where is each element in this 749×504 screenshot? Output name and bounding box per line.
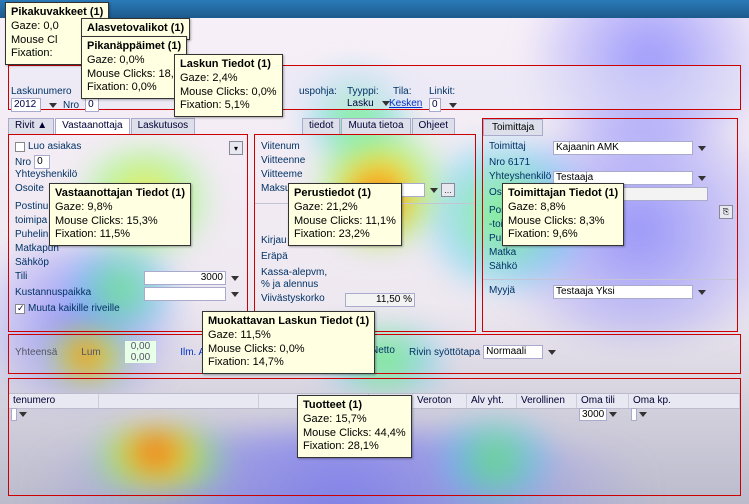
kassa-ale-label: Kassa-alepvm, <box>261 267 327 278</box>
puhelin-label: Puhelin <box>15 229 48 240</box>
viitteenne-label: Viitteenne <box>261 155 305 166</box>
total2-value: 0,00 <box>125 352 156 363</box>
tab-row: Rivit ▲ Vastaanottaja Laskutusos <box>8 118 195 134</box>
toim-nro-label: Nro 6171 <box>489 157 530 168</box>
toimittaja-input[interactable]: Kajaanin AMK <box>553 141 693 155</box>
chevron-down-icon[interactable] <box>430 188 438 193</box>
nro-field[interactable]: 0 <box>85 98 99 112</box>
muuta-kaikille-label: Muuta kaikille riveille <box>28 303 120 314</box>
nro-value[interactable]: 0 <box>34 155 50 169</box>
tab-tiedot[interactable]: tiedot <box>302 118 340 134</box>
kirjaus-label: Kirjau <box>261 235 287 246</box>
nro-label: Nro <box>63 100 79 111</box>
year-field[interactable]: 2012 <box>11 98 41 112</box>
lasknum-label: Laskunumero <box>11 86 72 97</box>
tyyppi-value: Lasku <box>347 98 374 109</box>
col-omakp: Oma kp. <box>629 394 740 408</box>
toimip-label: toimipa <box>15 215 47 226</box>
tip-laskun-tiedot: Laskun Tiedot (1) Gaze: 2,4% Mouse Click… <box>174 54 283 117</box>
totals-row: Yhteensä Lum 0,00 0,00 Ilm. Alv <box>15 341 212 363</box>
toim-matk-label: Matka <box>489 247 516 258</box>
myyja-input[interactable]: Testaaja Yksi <box>553 285 693 299</box>
erapaiva-label: Eräpä <box>261 251 288 262</box>
col-verollinen: Verollinen <box>517 394 577 408</box>
chevron-down-icon[interactable] <box>449 103 457 108</box>
tab-laskutusos[interactable]: Laskutusos <box>131 118 196 134</box>
syottotapa-input[interactable]: Normaali <box>483 345 543 359</box>
lum-label: Lum <box>81 347 100 358</box>
sahkoposti-label: Sähköp <box>15 257 49 268</box>
col-tenumero: tenumero <box>9 394 99 408</box>
col-veroton: Veroton <box>413 394 467 408</box>
tili-input[interactable]: 3000 <box>144 271 226 285</box>
copy-button[interactable]: ⎘ <box>719 205 733 219</box>
tip-perustiedot: Perustiedot (1) Gaze: 21,2% Mouse Clicks… <box>288 183 402 246</box>
tab-rivit[interactable]: Rivit ▲ <box>8 118 54 134</box>
tili-label: Tili <box>15 271 27 282</box>
toim-sahk-label: Sähkö <box>489 261 517 272</box>
maksuehto-button[interactable]: … <box>441 183 455 197</box>
luo-asiakas-label: Luo asiakas <box>28 141 81 152</box>
toimittaja-label: Toimittaj <box>489 141 526 152</box>
tab-ohjeet[interactable]: Ohjeet <box>412 118 455 134</box>
chevron-down-icon[interactable] <box>49 103 57 108</box>
tip-tuotteet: Tuotteet (1) Gaze: 15,7% Mouse Clicks: 4… <box>297 395 412 458</box>
tab-muuta[interactable]: Muuta tietoa <box>341 118 410 134</box>
tab-toimittaja[interactable]: Toimittaja <box>483 119 543 136</box>
panel-menu-button[interactable]: ▾ <box>229 141 243 155</box>
tip-vastaanottajan-tiedot: Vastaanottajan Tiedot (1) Gaze: 9,8% Mou… <box>49 183 191 246</box>
toim-yht-label: Yhteyshenkilö <box>489 171 551 182</box>
yhteyshenkilo-label: Yhteyshenkilö <box>15 169 77 180</box>
osoite-label: Osoite <box>15 183 44 194</box>
linkit-value[interactable]: 0 <box>429 98 441 112</box>
tyyppi-label: Tyyppi: <box>347 86 379 97</box>
tip-pikanappaimet: Pikanäppäimet (1) Gaze: 0,0% Mouse Click… <box>81 36 187 99</box>
chevron-down-icon[interactable] <box>548 350 556 355</box>
chevron-down-icon[interactable] <box>698 290 706 295</box>
yhteensa-label: Yhteensä <box>15 347 57 358</box>
total1-value: 0,00 <box>125 341 156 352</box>
pros-alennus-label: % ja alennus <box>261 279 318 290</box>
tila-value[interactable]: Kesken <box>389 98 422 109</box>
checkbox-luo-asiakas[interactable] <box>15 142 25 152</box>
uspohja-label: uspohja: <box>299 86 337 97</box>
kustannuspaikka-input[interactable] <box>144 287 226 301</box>
viitenumero-label: Viitenum <box>261 141 300 152</box>
tip-toimittajan-tiedot: Toimittajan Tiedot (1) Gaze: 8,8% Mouse … <box>502 183 624 246</box>
viivastyskorko-label: Viivästyskorko <box>261 293 325 304</box>
linkit-label: Linkit: <box>429 86 455 97</box>
tab-vastaanottaja[interactable]: Vastaanottaja <box>55 118 129 134</box>
viivastyskorko-input[interactable]: 11,50 % <box>345 293 415 307</box>
tila-label: Tila: <box>393 86 412 97</box>
chevron-down-icon[interactable] <box>698 176 706 181</box>
viitteemme-label: Viitteeme <box>261 169 303 180</box>
checkbox-muuta-kaikille[interactable] <box>15 304 25 314</box>
chevron-down-icon[interactable] <box>231 276 239 281</box>
chevron-down-icon[interactable] <box>698 146 706 151</box>
kustannuspaikka-label: Kustannuspaikka <box>15 287 91 298</box>
col-omatili: Oma tili <box>577 394 629 408</box>
rivin-syottotapa-label: Rivin syöttötapa <box>409 347 480 358</box>
window-titlebar <box>0 0 749 18</box>
tip-muokattavan-laskun: Muokattavan Laskun Tiedot (1) Gaze: 11,5… <box>202 311 375 374</box>
myyja-label: Myyjä <box>489 285 515 296</box>
nro-label: Nro <box>15 157 31 168</box>
col-alvyht: Alv yht. <box>467 394 517 408</box>
chevron-down-icon[interactable] <box>231 292 239 297</box>
